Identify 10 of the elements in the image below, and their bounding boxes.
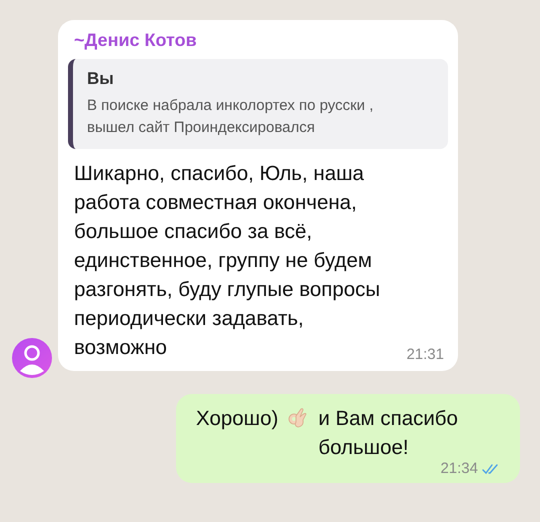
- message-text: Шикарно, спасибо, Юль, наша работа совместная окончена, большое спасибо за всё, единственное, группу не будем разгонять, буду глупые вопросы периодически задавать, возможно: [74, 161, 382, 361]
- quote-text: В поиске набрала инколортех по русски , вышел сайт Проиндексировался: [87, 96, 374, 138]
- message-text: Хорошо): [196, 406, 278, 432]
- quoted-message[interactable]: Вы В поиске набрала инколортех по русски , вышел сайт Проиндексировался: [68, 59, 448, 149]
- sender-name[interactable]: ~Денис Котов: [68, 30, 448, 51]
- message-text: и Вам спасибо большое!: [318, 406, 459, 461]
- quote-author: Вы: [87, 69, 115, 89]
- message-time: 21:34: [440, 460, 478, 477]
- avatar-icon[interactable]: [12, 338, 52, 378]
- message-time: 21:31: [406, 346, 444, 363]
